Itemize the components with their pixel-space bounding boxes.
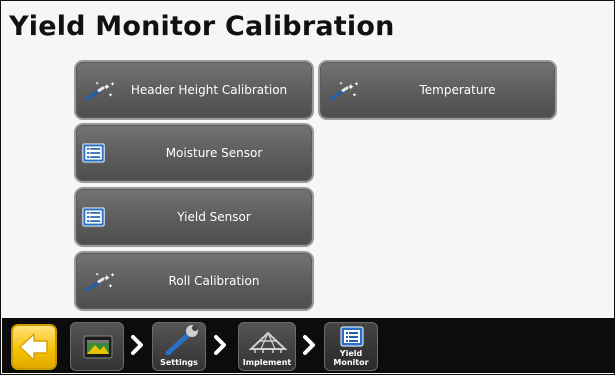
temperature-label: Temperature bbox=[419, 83, 496, 97]
back-button[interactable] bbox=[11, 324, 57, 370]
breadcrumb-implement[interactable]: Implement bbox=[238, 322, 296, 371]
chevron-right-icon bbox=[214, 335, 226, 355]
breadcrumb-yield-monitor-line1: Yield bbox=[339, 349, 363, 358]
breadcrumb-yield-monitor[interactable]: Yield Monitor bbox=[324, 322, 378, 371]
moisture-sensor-label: Moisture Sensor bbox=[165, 146, 263, 160]
breadcrumb-settings[interactable]: Settings bbox=[152, 322, 206, 371]
moisture-sensor-button[interactable]: Moisture Sensor bbox=[74, 123, 314, 183]
wrench-icon bbox=[165, 325, 198, 356]
svg-text:✦: ✦ bbox=[108, 283, 113, 290]
chevron-right-icon bbox=[303, 335, 315, 355]
list-icon bbox=[82, 207, 105, 227]
svg-text:✦: ✦ bbox=[95, 81, 99, 87]
wand-icon: ✦ ✦ ✦ ✦ bbox=[329, 81, 359, 101]
svg-text:✦: ✦ bbox=[339, 81, 343, 87]
temperature-button[interactable]: ✦ ✦ ✦ ✦ Temperature bbox=[318, 60, 557, 120]
roll-calibration-button[interactable]: ✦ ✦ ✦ ✦ Roll Calibration bbox=[74, 251, 314, 311]
chevron-right-icon bbox=[131, 335, 143, 355]
roll-calibration-label: Roll Calibration bbox=[168, 274, 260, 288]
breadcrumb-implement-label: Implement bbox=[242, 358, 292, 367]
breadcrumb-settings-label: Settings bbox=[160, 358, 198, 367]
bottom-navigation-bar: Settings Implement Yield Monitor bbox=[2, 318, 615, 373]
svg-text:✦: ✦ bbox=[352, 92, 357, 99]
list-icon bbox=[82, 143, 105, 163]
arrow-left-icon bbox=[19, 333, 48, 361]
breadcrumb-yield-monitor-label: Yield Monitor bbox=[325, 349, 377, 367]
implement-icon bbox=[248, 331, 288, 353]
header-height-calibration-label: Header Height Calibration bbox=[130, 83, 288, 97]
svg-text:✦: ✦ bbox=[95, 272, 99, 278]
svg-text:✦: ✦ bbox=[110, 272, 115, 279]
yield-sensor-label: Yield Sensor bbox=[177, 210, 251, 224]
home-screen-icon bbox=[83, 335, 113, 359]
yield-sensor-button[interactable]: Yield Sensor bbox=[74, 187, 314, 247]
screen-frame: Yield Monitor Calibration ✦ ✦ ✦ ✦ Header… bbox=[0, 0, 615, 375]
header-height-calibration-button[interactable]: ✦ ✦ ✦ ✦ Header Height Calibration bbox=[74, 60, 314, 120]
svg-text:✦: ✦ bbox=[354, 81, 359, 88]
breadcrumb-yield-monitor-line2: Monitor bbox=[333, 358, 369, 367]
breadcrumb-home[interactable] bbox=[70, 322, 124, 371]
wand-icon: ✦ ✦ ✦ ✦ bbox=[85, 272, 115, 292]
page-title: Yield Monitor Calibration bbox=[9, 11, 395, 42]
